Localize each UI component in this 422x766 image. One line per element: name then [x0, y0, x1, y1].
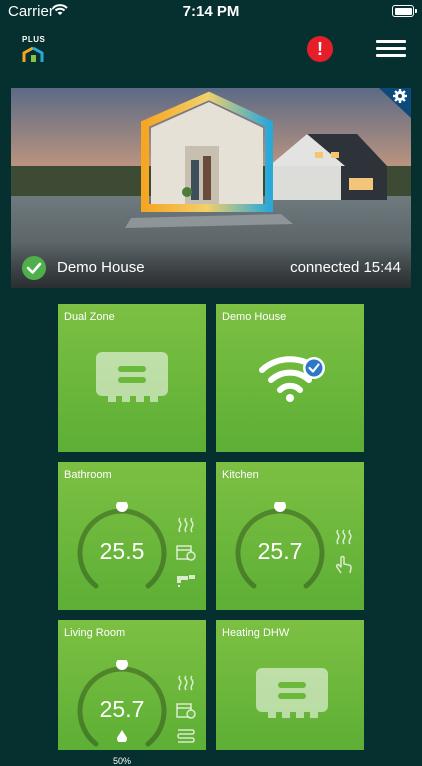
alert-icon[interactable]: ! [307, 36, 333, 62]
house-logo-icon [22, 46, 44, 62]
tap-icon [176, 570, 196, 593]
tile-title: Bathroom [64, 469, 112, 481]
temperature-value: 25.7 [99, 696, 145, 722]
home-name: Demo House [57, 259, 145, 276]
controller-icon [256, 668, 328, 718]
mode-icons [176, 674, 196, 749]
tile-title: Dual Zone [64, 311, 115, 323]
logo-text: PLUS [22, 35, 46, 44]
calendar-clock-icon [176, 543, 196, 566]
wifi-connected-icon [259, 356, 325, 402]
controller-icon [96, 352, 168, 402]
tile-demo-house[interactable]: Demo House [216, 304, 364, 452]
battery-fill [394, 7, 412, 15]
calendar-clock-icon [176, 701, 196, 724]
tile-dual-zone[interactable]: Dual Zone [58, 304, 206, 452]
app-logo: PLUS [22, 35, 46, 64]
home-hero-image[interactable]: Demo House connected 15:44 [11, 88, 411, 288]
heating-waves-icon [176, 674, 196, 697]
home-status-bar: Demo House connected 15:44 [11, 242, 411, 288]
humidity-drop-icon [117, 730, 127, 742]
check-icon [22, 256, 46, 280]
clock: 7:14 PM [182, 3, 240, 20]
temperature-value: 25.5 [99, 538, 145, 564]
hamburger-menu-icon[interactable] [376, 40, 406, 58]
tile-title: Kitchen [222, 469, 259, 481]
floor-heating-icon [176, 728, 196, 749]
tile-kitchen[interactable]: Kitchen 25.7 [216, 462, 364, 610]
gear-icon [393, 89, 407, 103]
tile-title: Heating DHW [222, 627, 290, 639]
status-bar: Carrier 7:14 PM [0, 0, 422, 24]
humidity-value: 50% [112, 756, 131, 766]
mode-icons [334, 528, 354, 580]
tile-title: Living Room [64, 627, 126, 639]
tile-living-room[interactable]: Living Room 25.7 50% [58, 620, 206, 766]
heating-waves-icon [334, 528, 354, 551]
tile-bathroom[interactable]: Bathroom 25.5 [58, 462, 206, 610]
tile-title: Demo House [222, 311, 287, 323]
heating-waves-icon [176, 516, 196, 539]
temperature-value: 25.7 [257, 538, 303, 564]
hand-touch-icon [334, 555, 354, 580]
mode-icons [176, 516, 196, 593]
settings-button[interactable] [379, 88, 411, 118]
tile-heating-dhw[interactable]: Heating DHW [216, 620, 364, 750]
connection-status: connected 15:44 [290, 259, 401, 276]
battery-icon [392, 5, 417, 17]
